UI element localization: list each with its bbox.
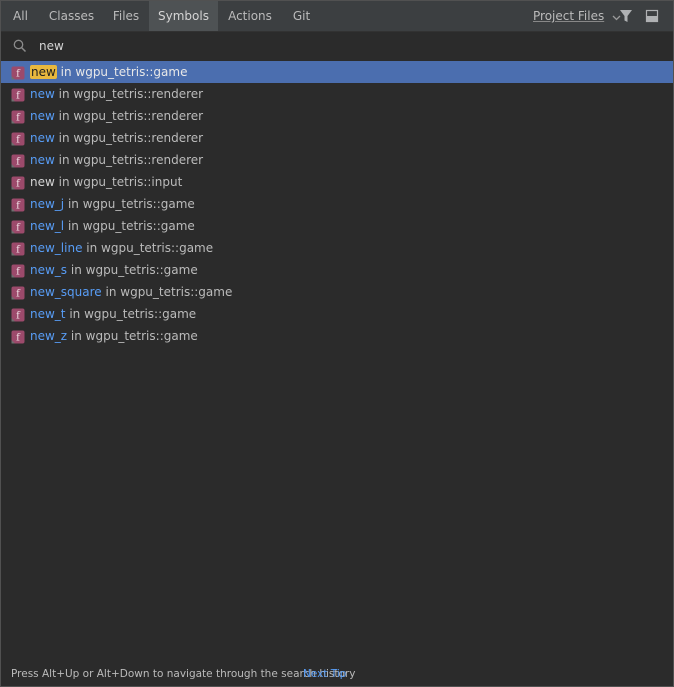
symbol-name: new_square — [30, 285, 102, 299]
result-row[interactable]: f new in wgpu_tetris::renderer — [1, 105, 673, 127]
symbol-location: in wgpu_tetris::game — [64, 219, 195, 233]
result-text: new_z in wgpu_tetris::game — [30, 325, 198, 347]
symbol-location: in wgpu_tetris::game — [101, 285, 233, 299]
result-text: new in wgpu_tetris::renderer — [30, 83, 203, 105]
symbol-name: new_line — [30, 241, 83, 255]
function-icon: f — [11, 109, 25, 124]
function-icon: f — [11, 329, 25, 344]
symbol-name: new — [30, 109, 55, 123]
search-input[interactable] — [39, 37, 639, 55]
result-row[interactable]: f new_j in wgpu_tetris::game — [1, 193, 673, 215]
result-row[interactable]: f new in wgpu_tetris::input — [1, 171, 673, 193]
preview-icon[interactable] — [644, 8, 660, 24]
function-icon: f — [11, 285, 25, 300]
result-row[interactable]: f new_square in wgpu_tetris::game — [1, 281, 673, 303]
symbol-location: in wgpu_tetris::game — [65, 307, 197, 321]
symbol-location: in wgpu_tetris::renderer — [54, 153, 204, 167]
function-icon: f — [11, 65, 25, 80]
search-icon — [13, 39, 27, 53]
scope-dropdown[interactable]: Project Files — [533, 1, 621, 31]
tab-bar: All Classes Files Symbols Actions Git Pr… — [1, 1, 673, 32]
function-icon: f — [11, 307, 25, 322]
next-tip-link[interactable]: Next Tip — [303, 662, 346, 686]
result-text: new in wgpu_tetris::renderer — [30, 149, 203, 171]
tab-actions[interactable]: Actions — [218, 1, 282, 31]
symbol-location: in wgpu_tetris::renderer — [54, 109, 204, 123]
result-text: new_j in wgpu_tetris::game — [30, 193, 195, 215]
result-text: new in wgpu_tetris::game — [30, 61, 187, 83]
symbol-location: in wgpu_tetris::game — [64, 197, 195, 211]
function-icon: f — [11, 87, 25, 102]
result-text: new_t in wgpu_tetris::game — [30, 303, 196, 325]
scope-label: Project Files — [533, 9, 605, 23]
result-row[interactable]: f new in wgpu_tetris::renderer — [1, 127, 673, 149]
result-text: new in wgpu_tetris::input — [30, 171, 182, 193]
result-row[interactable]: f new_s in wgpu_tetris::game — [1, 259, 673, 281]
symbol-name: new_j — [30, 197, 65, 211]
result-row[interactable]: f new_l in wgpu_tetris::game — [1, 215, 673, 237]
tab-classes[interactable]: Classes — [40, 1, 103, 31]
tab-all[interactable]: All — [1, 1, 40, 31]
symbol-name: new — [30, 153, 55, 167]
result-text: new_line in wgpu_tetris::game — [30, 237, 213, 259]
symbol-name: new_s — [30, 263, 68, 277]
symbol-name: new — [30, 65, 57, 79]
search-everywhere-popup: All Classes Files Symbols Actions Git Pr… — [0, 0, 674, 687]
function-icon: f — [11, 219, 25, 234]
result-text: new_square in wgpu_tetris::game — [30, 281, 232, 303]
function-icon: f — [11, 175, 25, 190]
result-row[interactable]: f new_t in wgpu_tetris::game — [1, 303, 673, 325]
symbol-name: new_t — [30, 307, 66, 321]
results-list: f new in wgpu_tetris::game f new in wgpu_te… — [1, 61, 673, 347]
result-row[interactable]: f new_z in wgpu_tetris::game — [1, 325, 673, 347]
result-row[interactable]: f new in wgpu_tetris::renderer — [1, 149, 673, 171]
tab-files[interactable]: Files — [103, 1, 149, 31]
result-row[interactable]: f new in wgpu_tetris::renderer — [1, 83, 673, 105]
tab-symbols[interactable]: Symbols — [149, 1, 218, 31]
symbol-location: in wgpu_tetris::input — [54, 175, 183, 189]
symbol-name: new_z — [30, 329, 68, 343]
result-text: new in wgpu_tetris::renderer — [30, 105, 203, 127]
symbol-name: new — [30, 131, 55, 145]
symbol-name: new — [30, 175, 55, 189]
symbol-location: in wgpu_tetris::renderer — [54, 87, 204, 101]
function-icon: f — [11, 131, 25, 146]
symbol-location: in wgpu_tetris::game — [56, 65, 188, 79]
filter-icon[interactable] — [618, 8, 634, 24]
function-icon: f — [11, 241, 25, 256]
result-row[interactable]: f new_line in wgpu_tetris::game — [1, 237, 673, 259]
symbol-location: in wgpu_tetris::game — [82, 241, 214, 255]
function-icon: f — [11, 197, 25, 212]
result-text: new_l in wgpu_tetris::game — [30, 215, 195, 237]
symbol-name: new_l — [30, 219, 65, 233]
footer: Press Alt+Up or Alt+Down to navigate thr… — [1, 662, 673, 686]
symbol-location: in wgpu_tetris::game — [67, 263, 198, 277]
search-row — [1, 32, 673, 60]
result-row[interactable]: f new in wgpu_tetris::game — [1, 61, 673, 83]
symbol-location: in wgpu_tetris::renderer — [54, 131, 204, 145]
function-icon: f — [11, 263, 25, 278]
symbol-name: new — [30, 87, 55, 101]
result-text: new in wgpu_tetris::renderer — [30, 127, 203, 149]
tab-git[interactable]: Git — [282, 1, 321, 31]
function-icon: f — [11, 153, 25, 168]
result-text: new_s in wgpu_tetris::game — [30, 259, 198, 281]
symbol-location: in wgpu_tetris::game — [67, 329, 198, 343]
